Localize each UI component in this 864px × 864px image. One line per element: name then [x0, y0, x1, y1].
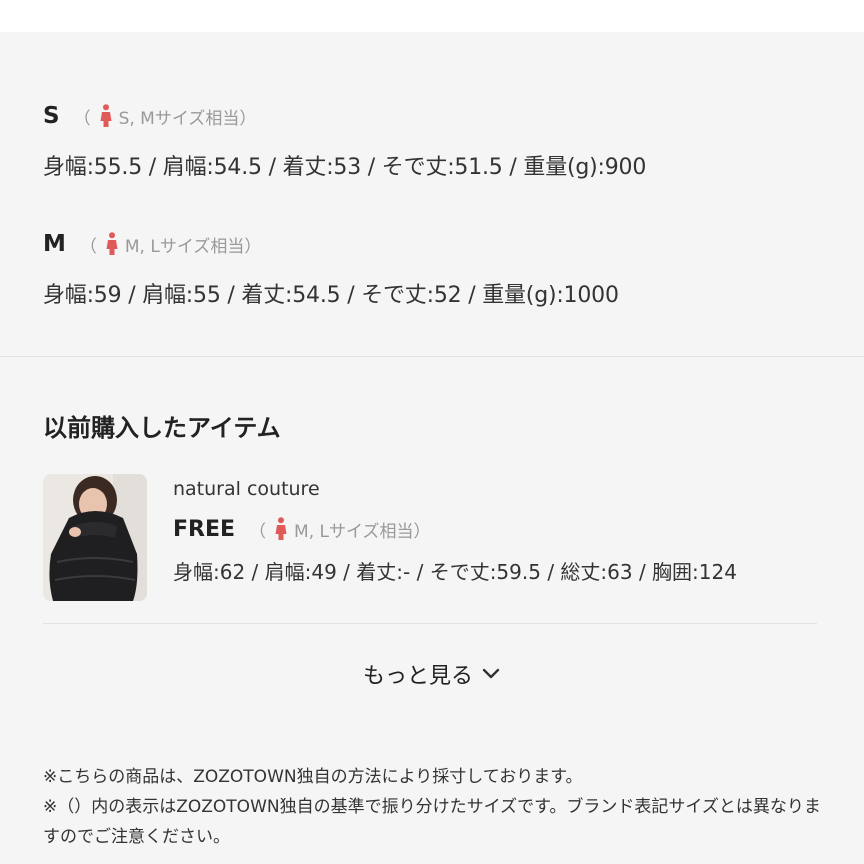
note-measurement-method: ※こちらの商品は、ZOZOTOWN独自の方法により採寸しております。 [43, 767, 583, 787]
chevron-down-icon [482, 668, 500, 679]
size-block-s: S （ S, Mサイズ相当 ） 身幅:55.5 / 肩幅:54.5 / 着丈:5… [43, 101, 646, 181]
previous-item[interactable]: natural couture FREE （ M, Lサイズ相当 ） 身幅:62… [43, 474, 823, 602]
size-equivalent: （ S, Mサイズ相当 ） [73, 104, 257, 129]
size-header: S （ S, Mサイズ相当 ） [43, 101, 646, 131]
item-brand: natural couture [173, 478, 320, 500]
size-equivalent: （ M, Lサイズ相当 ） [80, 232, 261, 257]
see-more-label: もっと見る [362, 664, 473, 689]
item-photo [43, 474, 147, 601]
paren-open: （ [249, 521, 267, 542]
section-title: 以前購入したアイテム [43, 414, 281, 442]
size-measurements: 身幅:59 / 肩幅:55 / 着丈:54.5 / そで丈:52 / 重量(g)… [43, 283, 619, 308]
item-thumbnail[interactable] [43, 474, 147, 601]
size-name: S [43, 103, 60, 129]
item-divider [43, 623, 817, 624]
section-divider [0, 356, 864, 357]
person-icon [106, 232, 118, 255]
size-measurements: 身幅:55.5 / 肩幅:54.5 / 着丈:53 / そで丈:51.5 / 重… [43, 155, 647, 180]
person-icon [275, 517, 287, 540]
item-size-header: FREE （ M, Lサイズ相当 ） [173, 514, 737, 544]
person-icon [100, 104, 112, 127]
paren-close: ） [239, 108, 257, 129]
top-strip [0, 0, 864, 32]
size-notes: ※こちらの商品は、ZOZOTOWN独自の方法により採寸しております。 ※（）内の… [43, 762, 823, 852]
size-name: M [43, 231, 66, 257]
size-block-m: M （ M, Lサイズ相当 ） 身幅:59 / 肩幅:55 / 着丈:54.5 … [43, 229, 619, 309]
item-size: FREE [173, 516, 236, 542]
size-equivalent-text: M, Lサイズ相当 [124, 236, 245, 257]
item-info: natural couture FREE （ M, Lサイズ相当 ） 身幅:62… [173, 478, 737, 585]
paren-open: （ [79, 236, 97, 257]
paren-close: ） [244, 236, 262, 257]
item-size-equivalent-text: M, Lサイズ相当 [294, 521, 414, 542]
paren-close: ） [413, 521, 431, 542]
size-equivalent-text: S, Mサイズ相当 [118, 108, 240, 129]
note-size-classification: ※（）内の表示はZOZOTOWN独自の基準で振り分けたサイズです。ブランド表記サ… [43, 797, 821, 847]
paren-open: （ [73, 108, 91, 129]
item-measurements: 身幅:62 / 肩幅:49 / 着丈:- / そで丈:59.5 / 総丈:63 … [173, 560, 737, 584]
size-header: M （ M, Lサイズ相当 ） [43, 229, 619, 259]
see-more-button[interactable]: もっと見る [0, 658, 864, 690]
item-size-equivalent: （ M, Lサイズ相当 ） [249, 517, 430, 542]
